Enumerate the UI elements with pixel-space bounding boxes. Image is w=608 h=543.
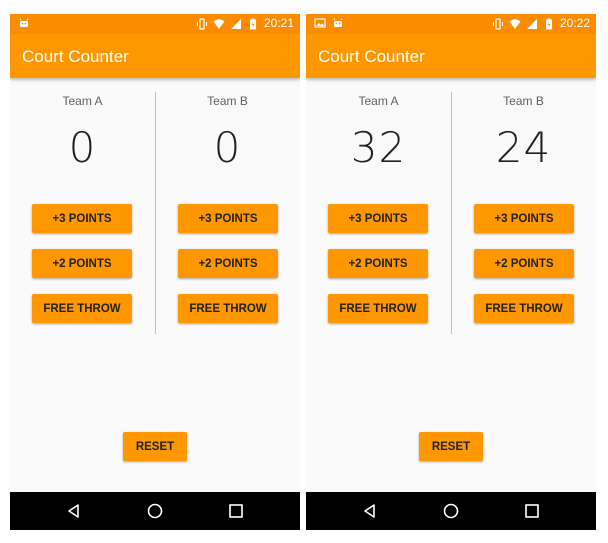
- home-icon[interactable]: [441, 501, 461, 521]
- status-time: 20:21: [263, 16, 294, 30]
- android-icon: [333, 18, 343, 27]
- status-time: 20:22: [559, 16, 590, 30]
- home-icon[interactable]: [145, 501, 165, 521]
- reset-button[interactable]: RESET: [419, 432, 483, 461]
- team-b-score: 24: [495, 123, 552, 172]
- main-content: Team A 0 +3 POINTS +2 POINTS FREE THROW …: [10, 78, 300, 492]
- team-b-free-throw-button[interactable]: FREE THROW: [474, 294, 574, 323]
- image-icon: [314, 18, 326, 28]
- team-a-plus-3-button[interactable]: +3 POINTS: [328, 204, 428, 233]
- team-a-free-throw-button[interactable]: FREE THROW: [32, 294, 132, 323]
- team-a-free-throw-button[interactable]: FREE THROW: [328, 294, 428, 323]
- status-bar: 20:21: [10, 14, 300, 34]
- app-title: Court Counter: [22, 47, 129, 66]
- app-bar: Court Counter: [10, 34, 300, 78]
- back-icon[interactable]: [64, 501, 84, 521]
- navigation-bar: [306, 492, 596, 530]
- team-b-plus-2-button[interactable]: +2 POINTS: [474, 249, 574, 278]
- vibrate-icon: [492, 17, 503, 30]
- team-b-free-throw-button[interactable]: FREE THROW: [178, 294, 278, 323]
- app-bar: Court Counter: [306, 34, 596, 78]
- team-a-panel: Team A 32 +3 POINTS +2 POINTS FREE THROW: [306, 78, 451, 338]
- wifi-icon: [509, 18, 521, 29]
- recent-apps-icon[interactable]: [522, 501, 542, 521]
- signal-icon: [526, 18, 537, 29]
- app-title: Court Counter: [318, 47, 425, 66]
- phone-screen-1: 20:21 Court Counter Team A 0 +3 POINTS +…: [10, 14, 300, 530]
- team-b-name: Team B: [207, 94, 248, 108]
- team-a-plus-3-button[interactable]: +3 POINTS: [32, 204, 132, 233]
- reset-button[interactable]: RESET: [123, 432, 187, 461]
- team-b-score: 0: [213, 123, 242, 172]
- signal-icon: [230, 18, 241, 29]
- wifi-icon: [213, 18, 225, 29]
- battery-icon: [249, 18, 256, 29]
- team-a-score: 0: [68, 123, 97, 172]
- navigation-bar: [10, 492, 300, 530]
- recent-apps-icon[interactable]: [226, 501, 246, 521]
- team-b-plus-3-button[interactable]: +3 POINTS: [474, 204, 574, 233]
- back-icon[interactable]: [360, 501, 380, 521]
- team-b-name: Team B: [503, 94, 544, 108]
- team-b-plus-2-button[interactable]: +2 POINTS: [178, 249, 278, 278]
- team-a-plus-2-button[interactable]: +2 POINTS: [32, 249, 132, 278]
- team-a-score: 32: [350, 123, 407, 172]
- status-bar: 20:22: [306, 14, 596, 34]
- team-a-name: Team A: [358, 94, 399, 108]
- android-icon: [19, 18, 29, 27]
- battery-icon: [545, 18, 552, 29]
- team-a-plus-2-button[interactable]: +2 POINTS: [328, 249, 428, 278]
- team-b-panel: Team B 24 +3 POINTS +2 POINTS FREE THROW: [451, 78, 596, 338]
- team-b-plus-3-button[interactable]: +3 POINTS: [178, 204, 278, 233]
- main-content: Team A 32 +3 POINTS +2 POINTS FREE THROW…: [306, 78, 596, 492]
- vibrate-icon: [196, 17, 207, 30]
- phone-screen-2: 20:22 Court Counter Team A 32 +3 POINTS …: [306, 14, 596, 530]
- team-b-panel: Team B 0 +3 POINTS +2 POINTS FREE THROW: [155, 78, 300, 338]
- team-a-name: Team A: [62, 94, 103, 108]
- team-a-panel: Team A 0 +3 POINTS +2 POINTS FREE THROW: [10, 78, 155, 338]
